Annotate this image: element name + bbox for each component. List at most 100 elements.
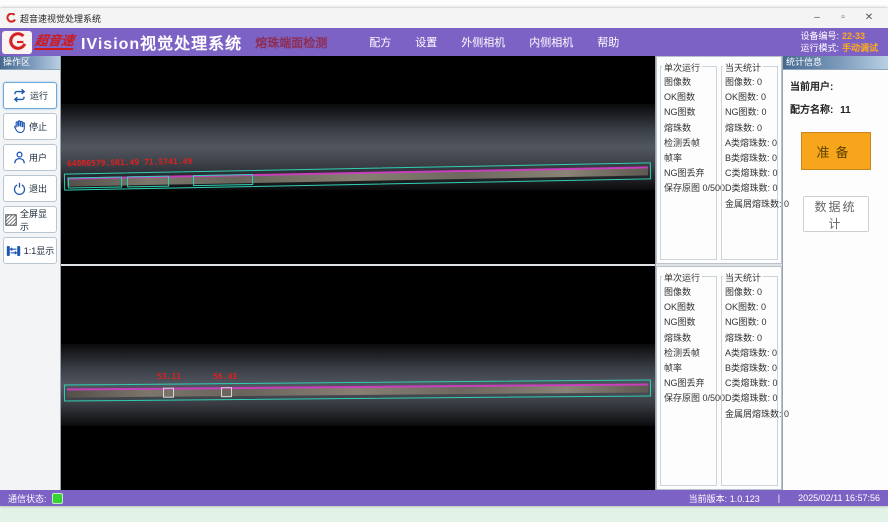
detection-sub-box — [163, 388, 174, 398]
menu-item[interactable]: 外侧相机 — [461, 34, 505, 50]
run-mode-label: 运行模式: — [800, 43, 839, 53]
minimize-icon[interactable]: – — [804, 9, 830, 27]
daily-stats-title: 当天统计 — [723, 61, 763, 74]
device-number-value: 22-33 — [842, 31, 865, 41]
one-to-one-button[interactable]: 1:1显示 — [3, 237, 57, 264]
menu-item[interactable]: 设置 — [415, 34, 437, 50]
daily-stats-title: 当天统计 — [723, 271, 763, 284]
maximize-icon[interactable]: ▫ — [830, 9, 856, 27]
stat-row: 熔珠数 — [664, 121, 714, 136]
stat-row: OK图数 — [664, 300, 714, 315]
sidebar-caption: 操作区 — [0, 56, 60, 70]
info-panel: 统计信息 当前用户: 配方名称: 11 准备 数据统计 — [782, 56, 888, 490]
measurement-label: 53.11 — [157, 372, 181, 381]
daily-stats-group: 当天统计 图像数: 0OK图数: 0NG图数: 0熔珠数: 0A类熔珠数: 0B… — [721, 66, 778, 260]
menu-item[interactable]: 内侧相机 — [529, 34, 573, 50]
app-logo-icon — [6, 13, 16, 23]
recipe-name-value: 11 — [840, 105, 851, 116]
stat-row: 金属屑熔珠数: 0 — [725, 197, 775, 212]
stat-row: 图像数 — [664, 75, 714, 90]
stat-row: NG图丢弃 — [664, 166, 714, 181]
stat-row: NG图数 — [664, 105, 714, 120]
power-icon — [13, 182, 26, 195]
stat-row: 图像数: 0 — [725, 75, 775, 90]
stop-hand-icon — [13, 120, 26, 133]
detection-sub-box — [127, 176, 169, 188]
stat-row: 帧率 — [664, 361, 714, 376]
menu-item[interactable]: 帮助 — [597, 34, 619, 50]
user-icon — [13, 151, 26, 164]
stat-row: 图像数: 0 — [725, 285, 775, 300]
single-run-title: 单次运行 — [662, 271, 702, 284]
main-area: 操作区 运行 — [0, 56, 888, 490]
stat-row: D类熔珠数: 0 — [725, 391, 775, 406]
stat-row: B类熔珠数: 0 — [725, 361, 775, 376]
sidebar: 操作区 运行 — [0, 56, 61, 490]
detection-sub-box — [221, 387, 232, 397]
prepare-button[interactable]: 准备 — [801, 132, 871, 170]
stat-row: D类熔珠数: 0 — [725, 181, 775, 196]
device-info: 设备编号:22-33 运行模式:手动调试 — [800, 30, 878, 54]
stat-row: NG图丢弃 — [664, 376, 714, 391]
detection-sub-box — [193, 174, 253, 186]
titlebar: 超音速视觉处理系统 – ▫ ✕ — [0, 8, 888, 28]
brand-name: 超音速 — [34, 34, 75, 50]
fullscreen-button[interactable]: 全屏显示 — [3, 206, 57, 233]
detection-sub-box — [68, 177, 122, 189]
info-panel-caption: 统计信息 — [783, 56, 888, 70]
app-subtitle: 熔珠端面检测 — [255, 34, 327, 51]
fullscreen-icon — [5, 214, 17, 226]
current-user-label: 当前用户: — [790, 82, 833, 93]
outer-camera-stats: 单次运行 图像数OK图数NG图数熔珠数检测丢帧帧率NG图丢弃保存原图 0/500… — [656, 56, 782, 264]
comm-status-label: 通信状态: — [8, 492, 47, 505]
exit-button-label: 退出 — [29, 182, 47, 195]
run-button[interactable]: 运行 — [3, 82, 57, 109]
app-title: IVision视觉处理系统 — [81, 30, 242, 54]
exit-button[interactable]: 退出 — [3, 175, 57, 202]
stat-row: OK图数 — [664, 90, 714, 105]
window-title: 超音速视觉处理系统 — [20, 12, 101, 25]
stat-row: OK图数: 0 — [725, 300, 775, 315]
stat-row: A类熔珠数: 0 — [725, 346, 775, 361]
one-to-one-icon — [6, 245, 21, 257]
recipe-name-label: 配方名称: — [790, 105, 833, 116]
stat-row: C类熔珠数: 0 — [725, 376, 775, 391]
statusbar: 通信状态: 当前版本: 1.0.123 | 2025/02/11 16:57:5… — [0, 490, 888, 506]
statusbar-separator: | — [778, 493, 780, 503]
one-to-one-button-label: 1:1显示 — [24, 244, 55, 257]
stat-row: A类熔珠数: 0 — [725, 136, 775, 151]
inner-camera-stats: 单次运行 图像数OK图数NG图数熔珠数检测丢帧帧率NG图丢弃保存原图 0/500… — [656, 266, 782, 490]
app-window: 超音速视觉处理系统 – ▫ ✕ 超音速 IVision视觉处理系统 熔珠端面检测… — [0, 8, 888, 506]
statistics-column: 单次运行 图像数OK图数NG图数熔珠数检测丢帧帧率NG图丢弃保存原图 0/500… — [655, 56, 782, 490]
stat-row: 金属屑熔珠数: 0 — [725, 407, 775, 422]
user-button[interactable]: 用户 — [3, 144, 57, 171]
outer-camera-viewport: 640R0579.5R1.49 71.5741.49 — [61, 56, 655, 264]
run-loop-icon — [12, 89, 27, 102]
brand-logo-icon — [2, 31, 32, 54]
stop-button[interactable]: 停止 — [3, 113, 57, 140]
close-icon[interactable]: ✕ — [856, 9, 882, 27]
menu-item[interactable]: 配方 — [369, 34, 391, 50]
stat-row: 熔珠数: 0 — [725, 331, 775, 346]
data-statistics-button[interactable]: 数据统计 — [803, 196, 869, 232]
header: 超音速 IVision视觉处理系统 熔珠端面检测 配方设置外侧相机内侧相机帮助 … — [0, 28, 888, 56]
camera-viewports: 640R0579.5R1.49 71.5741.49 53.11 56.43 — [61, 56, 655, 490]
stat-row: 图像数 — [664, 285, 714, 300]
stat-row: C类熔珠数: 0 — [725, 166, 775, 181]
stat-row: 检测丢帧 — [664, 136, 714, 151]
stat-row: 保存原图 0/500 — [664, 391, 714, 406]
inner-camera-viewport: 53.11 56.43 — [61, 266, 655, 490]
stat-row: 熔珠数: 0 — [725, 121, 775, 136]
datetime: 2025/02/11 16:57:56 — [798, 493, 880, 503]
stat-row: NG图数: 0 — [725, 315, 775, 330]
stat-row: 检测丢帧 — [664, 346, 714, 361]
user-button-label: 用户 — [29, 151, 47, 164]
daily-stats-group: 当天统计 图像数: 0OK图数: 0NG图数: 0熔珠数: 0A类熔珠数: 0B… — [721, 276, 778, 486]
single-run-group: 单次运行 图像数OK图数NG图数熔珠数检测丢帧帧率NG图丢弃保存原图 0/500 — [660, 276, 717, 486]
stat-row: 帧率 — [664, 151, 714, 166]
stat-row: OK图数: 0 — [725, 90, 775, 105]
comm-status-indicator — [52, 493, 63, 504]
single-run-title: 单次运行 — [662, 61, 702, 74]
version-value: 1.0.123 — [730, 494, 760, 504]
stat-row: 保存原图 0/500 — [664, 181, 714, 196]
